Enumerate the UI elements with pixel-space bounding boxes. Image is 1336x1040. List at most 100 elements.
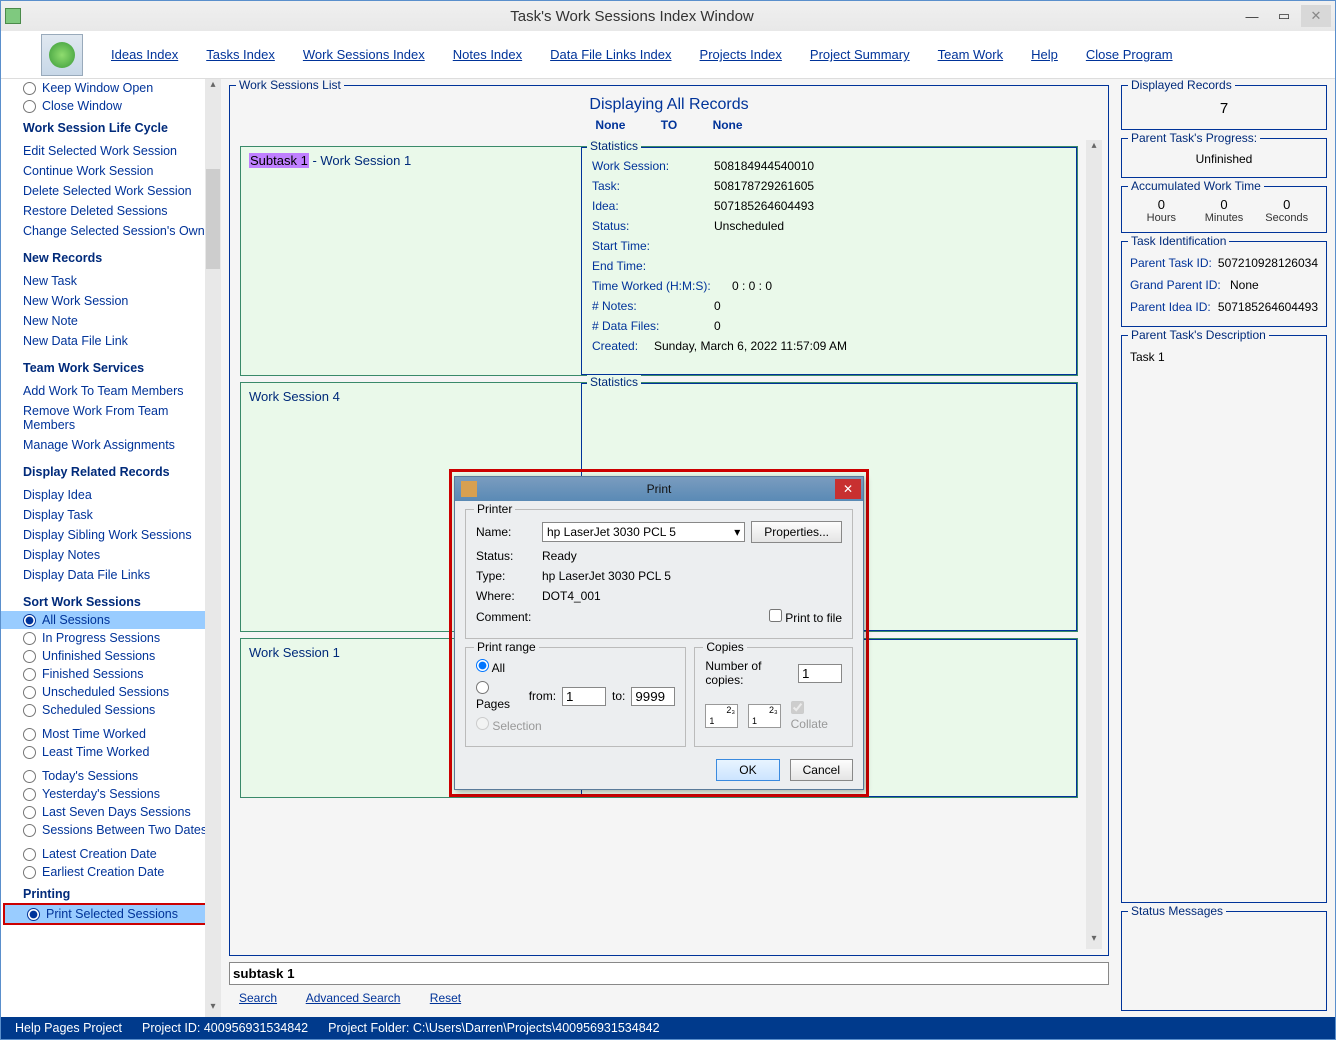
range-pages-radio[interactable]: Pages	[476, 681, 510, 711]
nav-delete-session[interactable]: Delete Selected Work Session	[23, 181, 221, 201]
search-link[interactable]: Search	[239, 991, 277, 1005]
search-input[interactable]	[229, 962, 1109, 985]
sort-earliest-radio[interactable]	[23, 866, 36, 879]
print-dialog: Print ✕ Printer Name: hp LaserJet 3030 P…	[454, 476, 864, 790]
sort-inprogress-radio[interactable]	[23, 632, 36, 645]
session-card[interactable]: Subtask 1 - Work Session 1 Statistics Wo…	[240, 146, 1078, 376]
sort-least-time-radio[interactable]	[23, 746, 36, 759]
printer-where-value: DOT4_001	[542, 589, 601, 603]
minimize-button[interactable]: —	[1237, 5, 1267, 27]
sort-finished-radio[interactable]	[23, 668, 36, 681]
nav-display-idea[interactable]: Display Idea	[23, 485, 221, 505]
close-window-radio[interactable]	[23, 100, 36, 113]
id-legend: Task Identification	[1128, 234, 1229, 248]
range-to-input[interactable]	[631, 687, 675, 706]
maximize-button[interactable]: ▭	[1269, 5, 1299, 27]
printer-type-value: hp LaserJet 3030 PCL 5	[542, 569, 671, 583]
menu-notes-index[interactable]: Notes Index	[453, 47, 522, 62]
nav-new-dfl[interactable]: New Data File Link	[23, 331, 221, 351]
print-cancel-button[interactable]: Cancel	[790, 759, 853, 781]
range-all-radio[interactable]: All	[476, 659, 505, 675]
ncopies-input[interactable]	[798, 664, 842, 683]
sort-least-time-label: Least Time Worked	[42, 745, 149, 759]
sort-most-time-radio[interactable]	[23, 728, 36, 741]
hours-value: 0	[1130, 197, 1193, 212]
sort-unfinished-radio[interactable]	[23, 650, 36, 663]
menu-close-program[interactable]: Close Program	[1086, 47, 1173, 62]
keep-open-label: Keep Window Open	[42, 81, 153, 95]
print-close-button[interactable]: ✕	[835, 479, 861, 499]
sort-between-radio[interactable]	[23, 824, 36, 837]
nav-continue-session[interactable]: Continue Work Session	[23, 161, 221, 181]
range-selection-radio: Selection	[476, 717, 542, 733]
nav-remove-work[interactable]: Remove Work From Team Members	[23, 401, 221, 435]
menu-data-file-links-index[interactable]: Data File Links Index	[550, 47, 671, 62]
menu-help[interactable]: Help	[1031, 47, 1058, 62]
disp-count: 7	[1130, 96, 1318, 121]
printer-properties-button[interactable]: Properties...	[751, 521, 842, 543]
minutes-value: 0	[1193, 197, 1256, 212]
collate-icon	[705, 704, 738, 728]
print-range-group: Print range All Pages from: to: Selectio…	[465, 647, 686, 747]
list-scrollbar[interactable]: ▴▾	[1086, 140, 1102, 949]
reset-link[interactable]: Reset	[430, 991, 461, 1005]
print-to-file-checkbox[interactable]: Print to file	[769, 609, 842, 625]
piid-value: 507185264604493	[1218, 300, 1318, 314]
nav-manage-assignments[interactable]: Manage Work Assignments	[23, 435, 221, 455]
parent-progress-box: Parent Task's Progress: Unfinished	[1121, 138, 1327, 178]
nav-edit-session[interactable]: Edit Selected Work Session	[23, 141, 221, 161]
menu-projects-index[interactable]: Projects Index	[700, 47, 782, 62]
ncopies-label: Number of copies:	[705, 659, 786, 687]
nav-new-task[interactable]: New Task	[23, 271, 221, 291]
nav-new-work-session[interactable]: New Work Session	[23, 291, 221, 311]
nav-restore-sessions[interactable]: Restore Deleted Sessions	[23, 201, 221, 221]
nav-display-task[interactable]: Display Task	[23, 505, 221, 525]
sort-unscheduled-radio[interactable]	[23, 686, 36, 699]
range-selection-label: Selection	[492, 719, 541, 733]
nav-lifecycle-head: Work Session Life Cycle	[1, 115, 221, 137]
nav-add-work[interactable]: Add Work To Team Members	[23, 381, 221, 401]
sort-between-label: Sessions Between Two Dates	[42, 823, 207, 837]
titlebar: Task's Work Sessions Index Window — ▭ ✕	[1, 1, 1335, 31]
nav-new-note[interactable]: New Note	[23, 311, 221, 331]
keep-open-radio[interactable]	[23, 82, 36, 95]
close-window-label: Close Window	[42, 99, 122, 113]
sort-yesterday-radio[interactable]	[23, 788, 36, 801]
nav-sort-head: Sort Work Sessions	[1, 589, 221, 611]
sort-today-radio[interactable]	[23, 770, 36, 783]
print-to-file-label: Print to file	[785, 611, 842, 625]
printer-name-combobox[interactable]: hp LaserJet 3030 PCL 5▾	[542, 522, 745, 542]
sort-all-radio[interactable]	[23, 614, 36, 627]
java-icon	[461, 481, 477, 497]
print-selected-radio[interactable]	[27, 908, 40, 921]
stat-value: Unscheduled	[714, 219, 784, 233]
menu-project-summary[interactable]: Project Summary	[810, 47, 910, 62]
stats-legend: Statistics	[587, 140, 641, 153]
nav-display-siblings[interactable]: Display Sibling Work Sessions	[23, 525, 221, 545]
to-label: to:	[612, 689, 625, 703]
range-from-input[interactable]	[562, 687, 606, 706]
nav-printing-head: Printing	[1, 881, 221, 903]
nav-display-notes[interactable]: Display Notes	[23, 545, 221, 565]
advanced-search-link[interactable]: Advanced Search	[306, 991, 401, 1005]
stat-label: Start Time:	[592, 239, 714, 253]
nav-display-dfl[interactable]: Display Data File Links	[23, 565, 221, 585]
menu-ideas-index[interactable]: Ideas Index	[111, 47, 178, 62]
range-to: None	[713, 118, 743, 132]
print-ok-button[interactable]: OK	[716, 759, 779, 781]
sort-latest-radio[interactable]	[23, 848, 36, 861]
sort-last7-radio[interactable]	[23, 806, 36, 819]
stat-label: Status:	[592, 219, 714, 233]
piid-label: Parent Idea ID:	[1130, 300, 1218, 314]
seconds-label: Seconds	[1255, 212, 1318, 224]
sort-scheduled-radio[interactable]	[23, 704, 36, 717]
menu-work-sessions-index[interactable]: Work Sessions Index	[303, 47, 425, 62]
leftnav-scrollbar[interactable]: ▴▾	[205, 79, 221, 1017]
statusbar: Help Pages Project Project ID: 400956931…	[1, 1017, 1335, 1039]
menu-tasks-index[interactable]: Tasks Index	[206, 47, 275, 62]
disp-legend: Displayed Records	[1128, 79, 1235, 92]
window-close-button[interactable]: ✕	[1301, 5, 1331, 27]
nav-change-owner[interactable]: Change Selected Session's Owner	[23, 221, 221, 241]
menu-team-work[interactable]: Team Work	[938, 47, 1004, 62]
collate-checkbox: Collate	[791, 701, 842, 731]
